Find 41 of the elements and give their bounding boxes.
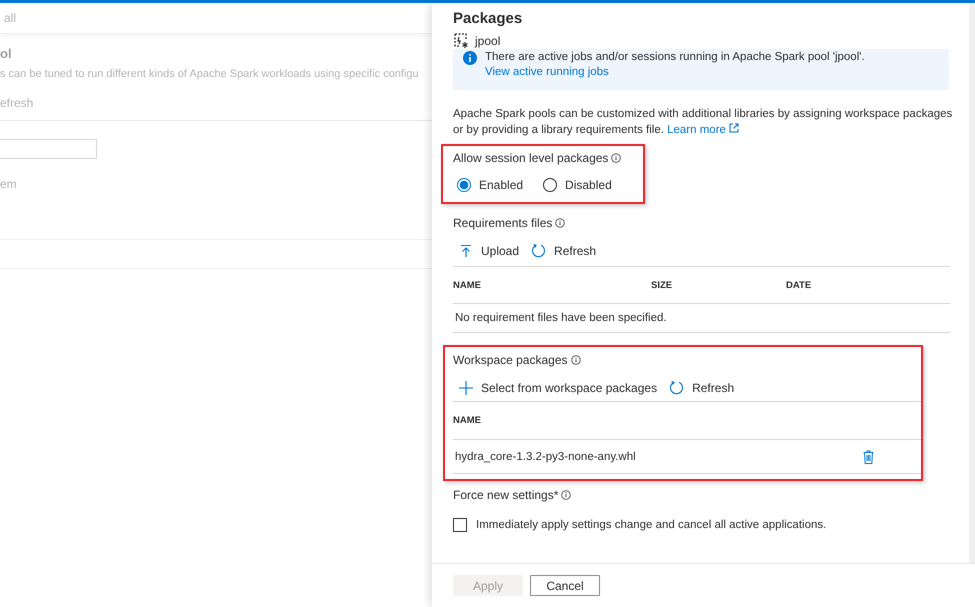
- checkbox-label: Immediately apply settings change and cancel all active applications.: [476, 519, 826, 531]
- column-header: NAME: [453, 280, 481, 290]
- column-header: SIZE: [651, 280, 672, 290]
- delete-icon[interactable]: [863, 450, 874, 464]
- add-button[interactable]: Select from workspace packages: [459, 380, 658, 395]
- spark-pool-icon: [453, 33, 469, 49]
- external-link-icon: [729, 123, 740, 133]
- table-cell: hydra_core-1.3.2-py3-none-any.whl: [455, 450, 636, 462]
- pool-name: jpool: [475, 34, 500, 48]
- radio-option[interactable]: Disabled: [543, 178, 612, 192]
- info-icon: [561, 490, 572, 500]
- input-field[interactable]: [0, 139, 97, 159]
- upload-icon: [459, 244, 473, 258]
- banner-message: There are active jobs and/or sessions running in Apache Spark pool 'jpool'.: [485, 51, 865, 63]
- panel-title: Packages: [453, 10, 524, 27]
- cancel-button[interactable]: Cancel: [530, 575, 600, 596]
- checkbox[interactable]: [453, 518, 467, 532]
- refresh-button[interactable]: Refresh: [531, 243, 596, 258]
- refresh-button[interactable]: Refresh: [669, 380, 734, 395]
- description-text: Apache Spark pools can be customized with additional libraries by assigning workspace packages or by providing a library requirements file. Learn more: [453, 107, 953, 138]
- learn-more-link[interactable]: Learn more: [667, 124, 740, 136]
- page-description: s can be tuned to run different kinds of Apache Spark workloads using specific configu: [0, 68, 419, 80]
- column-header: NAME: [453, 415, 481, 426]
- section-label: Force new settings*: [453, 488, 558, 502]
- view-jobs-link[interactable]: View active running jobs: [485, 66, 865, 78]
- info-icon: [570, 355, 581, 365]
- section-label: Workspace packages: [453, 353, 568, 367]
- info-icon: [555, 218, 566, 228]
- info-icon: [463, 51, 477, 65]
- section-label: Requirements files: [453, 216, 552, 230]
- info-icon: [611, 153, 622, 163]
- empty-message: No requirement files have been specified.: [455, 312, 667, 324]
- page-title: ol: [0, 46, 13, 61]
- radio-option[interactable]: Enabled: [457, 178, 524, 192]
- upload-button[interactable]: Upload: [459, 243, 520, 258]
- refresh-icon: [531, 243, 546, 258]
- add-icon: [459, 380, 473, 394]
- refresh-icon: [669, 380, 684, 395]
- section-label: Allow session level packages: [453, 151, 608, 165]
- breadcrumb-text: all: [4, 11, 16, 25]
- column-header: DATE: [786, 280, 812, 290]
